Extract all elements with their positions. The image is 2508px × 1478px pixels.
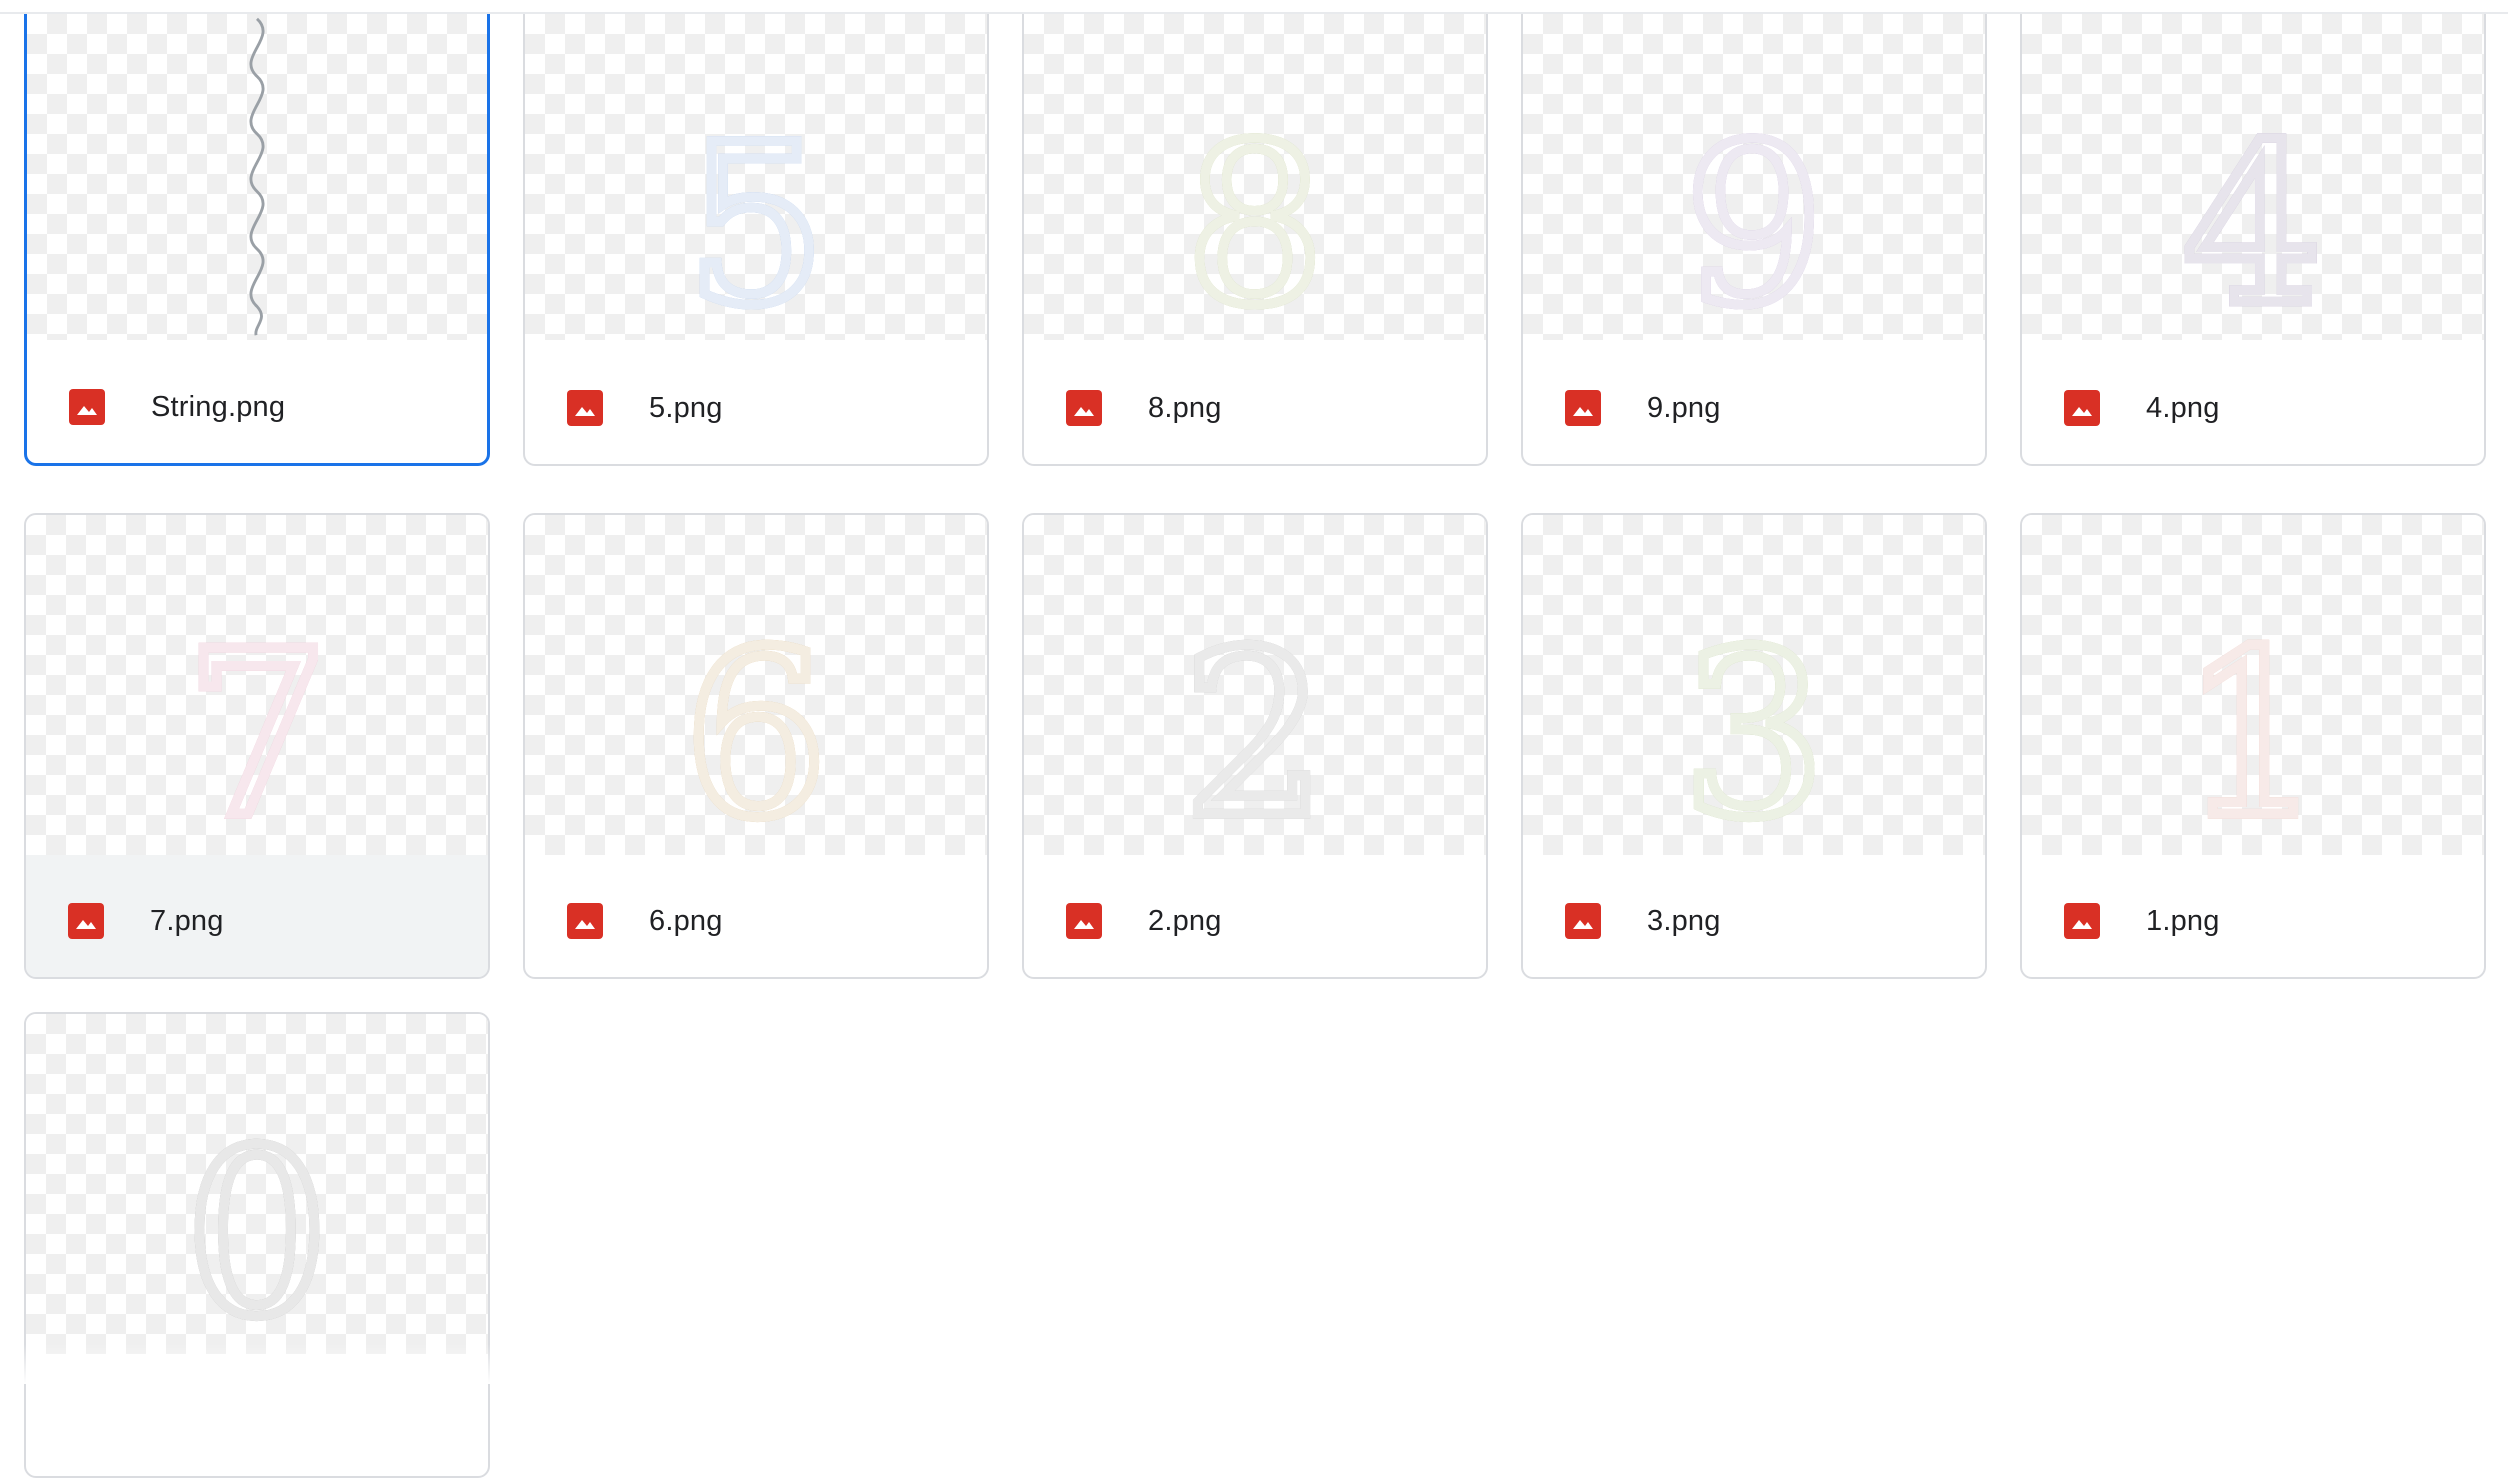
image-file-icon <box>567 390 603 426</box>
image-file-icon <box>68 903 104 939</box>
file-card[interactable]: 5 5 5.png <box>523 14 989 466</box>
file-thumbnail[interactable]: 44 <box>2022 14 2484 340</box>
balloon-digit-highlight: 1 <box>2180 602 2325 855</box>
balloon-digit-highlight: 9 <box>1684 98 1824 340</box>
balloon-digit-highlight: 4 <box>2183 98 2323 340</box>
file-name: 8.png <box>1148 391 1222 424</box>
image-file-icon <box>2064 903 2100 939</box>
file-thumbnail[interactable]: 33 <box>1523 515 1985 855</box>
file-card-footer[interactable]: 5.png <box>525 352 987 464</box>
file-card[interactable]: 2 2 2.png <box>1022 513 1488 979</box>
balloon-digit-highlight: 0 <box>184 1101 329 1354</box>
file-card-footer[interactable]: 3.png <box>1523 865 1985 977</box>
file-thumbnail[interactable]: 88 <box>1024 14 1486 340</box>
file-card[interactable]: 6 6 6.png <box>523 513 989 979</box>
image-file-icon <box>1066 903 1102 939</box>
file-card-footer[interactable]: 4.png <box>2022 352 2484 464</box>
file-thumbnail[interactable]: 11 <box>2022 515 2484 855</box>
file-name: 6.png <box>649 904 723 937</box>
file-thumbnail[interactable]: 66 <box>525 515 987 855</box>
image-file-icon <box>567 903 603 939</box>
file-name: 2.png <box>1148 904 1222 937</box>
image-file-icon <box>1565 390 1601 426</box>
file-card[interactable]: String.png <box>24 14 490 466</box>
ribbon-string-graphic <box>249 17 265 336</box>
balloon-digit-highlight: 7 <box>184 602 329 855</box>
file-thumbnail[interactable]: 22 <box>1024 515 1486 855</box>
file-card-footer[interactable]: String.png <box>27 351 487 463</box>
file-card[interactable]: 7 7 7.png <box>24 513 490 979</box>
file-card-footer[interactable]: 7.png <box>26 865 488 977</box>
file-card-footer[interactable]: 8.png <box>1024 352 1486 464</box>
file-name: 4.png <box>2146 391 2220 424</box>
image-file-icon <box>1565 903 1601 939</box>
file-thumbnail[interactable]: 77 <box>26 515 488 855</box>
file-card[interactable]: 9 9 9.png <box>1521 14 1987 466</box>
balloon-digit-highlight: 2 <box>1182 602 1327 855</box>
file-name: 1.png <box>2146 904 2220 937</box>
balloon-digit-highlight: 6 <box>683 602 828 855</box>
file-name: 7.png <box>150 904 224 937</box>
balloon-digit-highlight: 3 <box>1681 602 1826 855</box>
balloon-digit-highlight: 5 <box>686 98 826 340</box>
balloon-digit-highlight: 8 <box>1185 98 1325 340</box>
file-card[interactable]: 1 1 1.png <box>2020 513 2486 979</box>
file-name: 9.png <box>1647 391 1721 424</box>
image-file-icon <box>2064 390 2100 426</box>
file-name: String.png <box>151 390 286 423</box>
file-thumbnail[interactable]: 55 <box>525 14 987 340</box>
image-file-icon <box>69 389 105 425</box>
file-thumbnail[interactable] <box>27 14 487 340</box>
file-card[interactable]: 8 8 8.png <box>1022 14 1488 466</box>
file-card-footer[interactable]: 6.png <box>525 865 987 977</box>
file-name: 5.png <box>649 391 723 424</box>
file-thumbnail[interactable]: 00 <box>26 1014 488 1354</box>
image-file-icon <box>1066 390 1102 426</box>
file-card-footer[interactable]: 2.png <box>1024 865 1486 977</box>
file-card-footer[interactable]: 9.png <box>1523 352 1985 464</box>
bottom-fade <box>0 1344 2508 1384</box>
file-card[interactable]: 3 3 3.png <box>1521 513 1987 979</box>
file-thumbnail[interactable]: 99 <box>1523 14 1985 340</box>
file-card[interactable]: 4 4 4.png <box>2020 14 2486 466</box>
file-name: 3.png <box>1647 904 1721 937</box>
file-grid: String.png 5 5 5.png 8 8 8.png 9 9 9.png 4 4 4.png 7 7… <box>24 14 2504 1478</box>
file-card-footer[interactable]: 1.png <box>2022 865 2484 977</box>
file-card[interactable]: 00 <box>24 1012 490 1478</box>
